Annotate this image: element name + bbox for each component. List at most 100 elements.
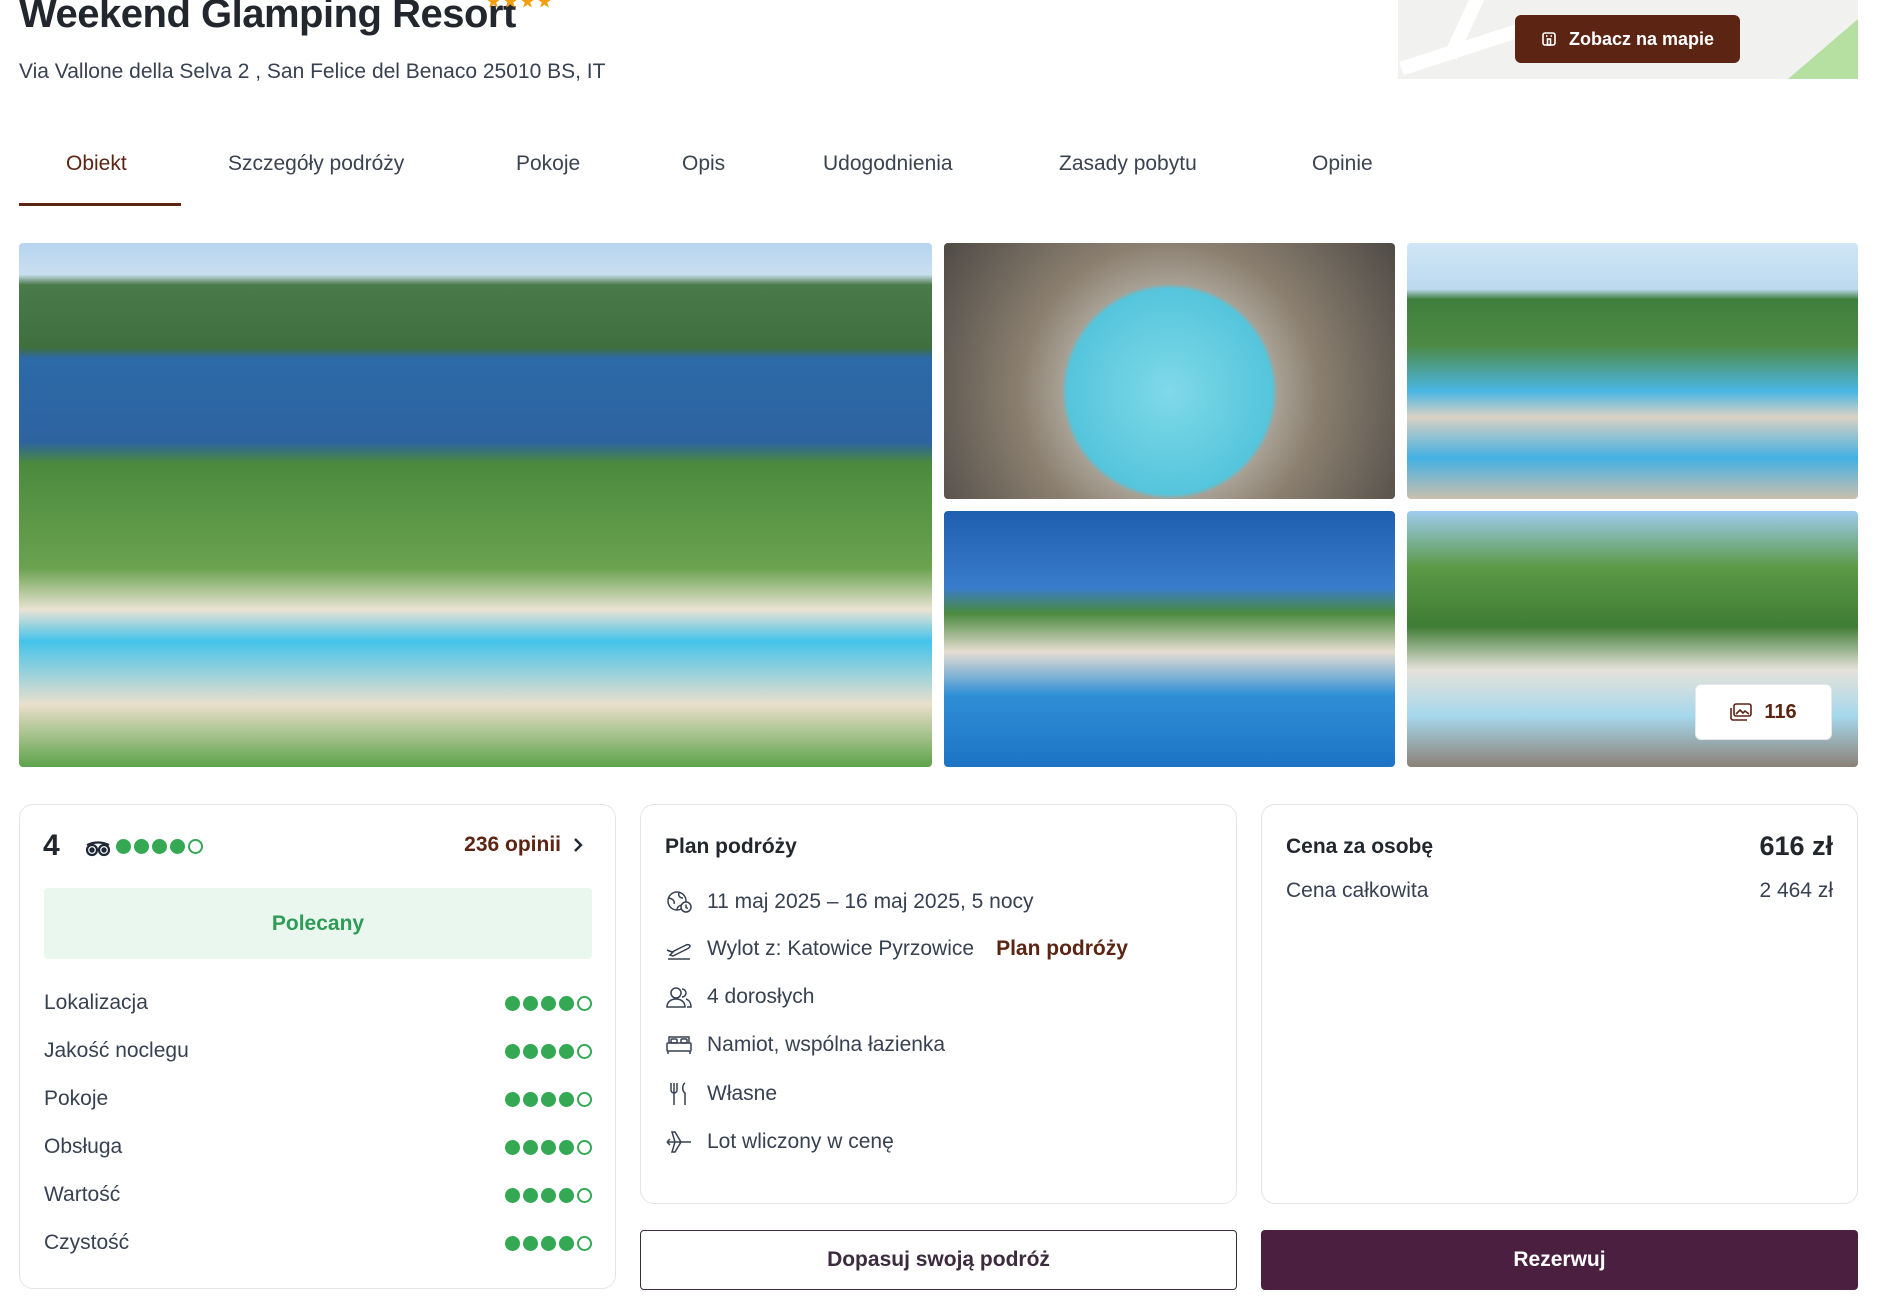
trip-board-row: Własne [665, 1081, 777, 1107]
rating-bubble-empty [577, 1139, 592, 1155]
trip-board: Własne [707, 1082, 778, 1105]
users-icon [666, 987, 692, 1008]
section-tabs: Obiekt Szczegóły podróży Pokoje Opis Udo… [19, 140, 1395, 206]
tab-udogodnienia[interactable]: Udogodnienia [774, 140, 1012, 206]
price-per-person: 616 zł [1759, 831, 1833, 861]
rating-bubble-filled [505, 1235, 520, 1251]
rating-category-row: Pokoje [44, 1087, 592, 1111]
main-photo-lake-pool[interactable] [19, 243, 932, 767]
images-icon [1730, 703, 1753, 721]
total-price-label: Cena całkowita [1286, 879, 1429, 902]
rating-category-row: Czystość [44, 1231, 592, 1255]
tab-szczegoly-podrozy[interactable]: Szczegóły podróży [181, 140, 468, 206]
tab-obiekt[interactable]: Obiekt [19, 140, 181, 206]
see-on-map-button[interactable]: Zobacz na mapie [1515, 15, 1740, 63]
rating-bubble-filled [505, 995, 520, 1011]
hotel-stars [486, 0, 552, 9]
trip-room: Namiot, wspólna łazienka [707, 1033, 946, 1056]
star-icon [486, 0, 501, 8]
tab-opinie[interactable]: Opinie [1255, 140, 1395, 206]
rating-bubble-filled [523, 1043, 538, 1059]
rating-bubbles [116, 839, 203, 854]
bed-icon [666, 1036, 692, 1054]
rating-bubble-filled [116, 839, 131, 854]
rating-category-row: Obsługa [44, 1135, 592, 1159]
chevron-right-icon [574, 838, 583, 852]
trip-dates-row: 11 maj 2025 – 16 maj 2025, 5 nocy [665, 889, 1034, 915]
see-on-map-label: Zobacz na mapie [1568, 28, 1715, 49]
rating-category-bubbles [505, 1235, 592, 1251]
calendar-globe-icon [667, 891, 692, 913]
rating-bubble-filled [523, 1187, 538, 1203]
rating-category-bubbles [505, 1187, 592, 1203]
rating-bubble-filled [505, 1187, 520, 1203]
hotel-title: Weekend Glamping Resort [19, 0, 516, 36]
rating-category-row: Jakość noclegu [44, 1039, 592, 1063]
trip-plan-title: Plan podróży [665, 835, 797, 858]
recommended-badge: Polecany [44, 888, 592, 959]
rating-bubble-filled [559, 995, 574, 1011]
rating-category-bubbles [505, 995, 592, 1011]
price-card: Cena za osobę 616 zł Cena całkowita 2 46… [1261, 804, 1858, 1204]
photo-count-button[interactable]: 116 [1695, 684, 1832, 740]
trip-guests-row: 4 dorosłych [665, 985, 814, 1009]
rating-bubble-filled [541, 1235, 556, 1251]
rating-category-bubbles [505, 1091, 592, 1107]
trip-flight-row: Lot wliczony w cenę [665, 1129, 894, 1155]
fork-knife-icon [670, 1082, 686, 1105]
rating-category-label: Jakość noclegu [44, 1039, 189, 1062]
tab-pokoje[interactable]: Pokoje [468, 140, 632, 206]
rating-bubble-empty [577, 995, 592, 1011]
rating-bubble-empty [577, 1091, 592, 1107]
rating-score: 4 [43, 829, 60, 862]
star-icon [503, 0, 518, 8]
building-icon [1542, 32, 1556, 46]
rating-bubble-filled [523, 1091, 538, 1107]
rating-bubble-filled [523, 995, 538, 1011]
photo-kids-pool[interactable] [944, 511, 1395, 767]
photo-count-value: 116 [1764, 700, 1797, 723]
tab-zasady-pobytu[interactable]: Zasady pobytu [1012, 140, 1255, 206]
rating-category-label: Pokoje [44, 1087, 109, 1110]
rating-category-row: Wartość [44, 1183, 592, 1207]
plane-takeoff-icon [666, 943, 691, 960]
rating-bubble-filled [523, 1235, 538, 1251]
photo-jacuzzi[interactable] [944, 243, 1395, 499]
trip-plan-link[interactable]: Plan podróży [996, 937, 1128, 961]
star-icon [520, 0, 535, 8]
rating-bubble-filled [559, 1187, 574, 1203]
rating-bubble-filled [505, 1139, 520, 1155]
adjust-trip-button[interactable]: Dopasuj swoją podróż [640, 1230, 1237, 1290]
trip-room-row: Namiot, wspólna łazienka [665, 1033, 945, 1057]
rating-bubble-empty [577, 1235, 592, 1251]
tripadvisor-owl-icon [85, 841, 111, 857]
opinions-link[interactable]: 236 opinii [464, 833, 583, 857]
star-icon [537, 0, 552, 8]
rating-bubble-empty [577, 1043, 592, 1059]
rating-category-label: Czystość [44, 1231, 130, 1254]
photo-pool-palms[interactable] [1407, 243, 1858, 499]
tab-opis[interactable]: Opis [632, 140, 774, 206]
price-per-person-label: Cena za osobę [1286, 835, 1434, 858]
rating-bubble-filled [505, 1091, 520, 1107]
rating-category-bubbles [505, 1043, 592, 1059]
rating-card: 4 236 opinii Polecany Lokalizacja Jakość… [19, 804, 616, 1289]
rating-bubble-filled [559, 1139, 574, 1155]
rating-category-bubbles [505, 1139, 592, 1155]
rating-bubble-filled [541, 995, 556, 1011]
trip-departure-row: Wylot z: Katowice Pyrzowice Plan podróży [665, 937, 1128, 961]
rating-bubble-filled [559, 1235, 574, 1251]
rating-bubble-filled [541, 1187, 556, 1203]
rating-bubble-empty [577, 1187, 592, 1203]
rating-bubble-filled [541, 1091, 556, 1107]
total-price: 2 464 zł [1759, 879, 1833, 902]
rating-category-row: Lokalizacja [44, 991, 592, 1015]
trip-guests: 4 dorosłych [707, 985, 815, 1008]
rating-category-label: Wartość [44, 1183, 121, 1206]
book-button[interactable]: Rezerwuj [1261, 1230, 1858, 1290]
rating-bubble-filled [559, 1043, 574, 1059]
rating-bubble-filled [152, 839, 167, 854]
trip-plan-card: Plan podróży 11 maj 2025 – 16 maj 2025, … [640, 804, 1237, 1204]
rating-bubble-filled [541, 1043, 556, 1059]
opinions-count: 236 opinii [464, 833, 561, 856]
